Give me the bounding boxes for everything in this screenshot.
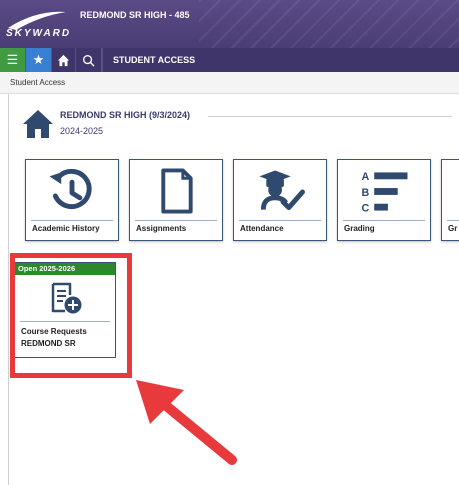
breadcrumb-bar: Student Access [0,72,459,94]
home-icon [57,54,70,66]
tile-divider [31,220,113,221]
tile-academic-history[interactable]: Academic History [25,159,119,241]
history-icon [49,168,92,210]
tile-label: Academic History [32,224,100,233]
tile-label: Grading [344,224,375,233]
tile-divider [447,220,459,221]
tile-attendance[interactable]: Attendance [233,159,327,241]
grade-letter-a: A [361,171,369,183]
tile-partial[interactable]: Gr [441,159,459,241]
header-divider [208,116,452,117]
header-watermark [199,0,459,48]
tile-divider [239,220,321,221]
tile-divider [135,220,217,221]
tile-label: Assignments [136,224,187,233]
house-icon [23,110,53,138]
school-title: REDMOND SR HIGH - 485 [80,10,190,20]
highlight-box [10,253,132,378]
graduate-check-icon [259,170,305,211]
breadcrumb[interactable]: Student Access [10,78,65,87]
top-header: SKYWARD REDMOND SR HIGH - 485 [0,0,459,48]
grades-abc-icon: A B C [361,171,408,215]
search-button[interactable] [76,48,102,72]
favorites-button[interactable]: ★ [26,48,52,72]
home-button[interactable] [52,48,76,72]
skyward-logo: SKYWARD [6,28,72,39]
school-year: 2024-2025 [60,126,104,136]
tile-label: Gr [448,224,458,233]
school-name: REDMOND SR HIGH (9/3/2024) [60,110,191,120]
document-icon [161,168,193,214]
grade-letter-c: C [361,203,369,215]
red-arrow-icon [136,380,237,465]
nav-page-title: STUDENT ACCESS [102,48,195,72]
tile-divider [343,220,425,221]
menu-icon: ☰ [6,52,19,67]
tile-label: Attendance [240,224,284,233]
menu-button[interactable]: ☰ [0,48,26,72]
nav-bar: ☰ ★ STUDENT ACCESS [0,48,459,72]
star-icon: ★ [32,52,45,67]
grade-letter-b: B [361,187,369,199]
search-icon [82,54,95,67]
tile-assignments[interactable]: Assignments [129,159,223,241]
tile-grading[interactable]: A B C Grading [337,159,431,241]
school-header: REDMOND SR HIGH (9/3/2024) 2024-2025 [22,108,452,140]
